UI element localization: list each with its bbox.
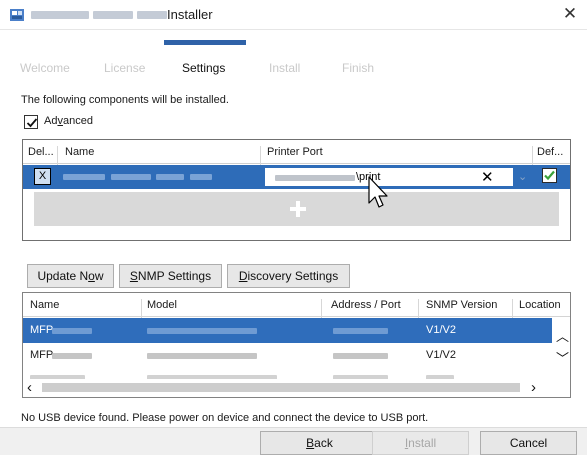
- horizontal-scrollbar[interactable]: ‹ ›: [23, 379, 570, 397]
- mfp-device-table: Name Model Address / Port SNMP Version L…: [22, 292, 571, 398]
- chevron-left-icon[interactable]: ‹: [27, 379, 32, 396]
- vertical-scrollbar[interactable]: ︿ ﹀: [552, 318, 570, 378]
- discovery-settings-button[interactable]: Discovery Settings: [227, 264, 350, 288]
- installer-app-icon: [10, 9, 24, 21]
- usb-status-text: No USB device found. Please power on dev…: [21, 412, 429, 424]
- col-name[interactable]: Name: [30, 299, 59, 311]
- redacted-name: [63, 174, 105, 180]
- table-row[interactable]: [23, 368, 553, 379]
- snmp-version: V1/V2: [426, 349, 456, 361]
- col-default: Def...: [537, 146, 564, 158]
- update-now-button[interactable]: Update Now: [27, 264, 114, 288]
- table-row[interactable]: MFP V1/V2: [23, 318, 553, 343]
- col-delete: Del...: [28, 146, 54, 158]
- mouse-pointer-icon: [368, 176, 388, 208]
- step-finish: Finish: [342, 61, 375, 75]
- col-address-port[interactable]: Address / Port: [331, 299, 401, 311]
- components-info-text: The following components will be install…: [21, 94, 229, 106]
- chevron-right-icon[interactable]: ›: [531, 379, 536, 396]
- advanced-checkbox[interactable]: [24, 115, 38, 129]
- redacted-product-name: [31, 11, 167, 19]
- redacted-port-prefix: [275, 175, 355, 181]
- clear-icon[interactable]: ✕: [481, 168, 494, 186]
- check-icon: [26, 118, 38, 128]
- chevron-down-icon[interactable]: ⌄: [518, 170, 527, 183]
- redacted-address: [333, 353, 388, 359]
- back-button[interactable]: Back: [260, 431, 379, 455]
- check-icon: [543, 169, 556, 182]
- chevron-down-icon[interactable]: ﹀: [556, 348, 569, 367]
- redacted-model: [147, 353, 257, 359]
- printer-port-table: Del... Name Printer Port Def... X \print…: [22, 139, 571, 241]
- chevron-up-icon[interactable]: ︿: [556, 326, 569, 345]
- delete-row-button[interactable]: X: [34, 168, 51, 185]
- col-snmp-version[interactable]: SNMP Version: [426, 299, 497, 311]
- mfp-name: MFP: [30, 349, 54, 361]
- mfp-name: MFP: [30, 324, 54, 336]
- port-table-row[interactable]: X \print ✕ ⌄: [23, 165, 570, 189]
- default-checkbox[interactable]: [542, 168, 557, 183]
- close-icon[interactable]: ✕: [559, 3, 581, 25]
- step-install: Install: [269, 61, 301, 75]
- cancel-button[interactable]: Cancel: [480, 431, 577, 455]
- advanced-label: Advanced: [44, 115, 93, 127]
- add-port-button[interactable]: [34, 192, 559, 226]
- window-title: Installer: [167, 7, 213, 22]
- col-location[interactable]: Location: [519, 299, 561, 311]
- table-row[interactable]: MFP V1/V2: [23, 343, 553, 368]
- step-license: License: [104, 61, 146, 75]
- col-printer-port: Printer Port: [267, 146, 323, 158]
- mfp-table-header: Name Model Address / Port SNMP Version L…: [23, 293, 570, 323]
- title-bar: Installer ✕: [0, 0, 587, 30]
- redacted-model: [147, 328, 257, 334]
- redacted-address: [333, 328, 388, 334]
- col-name: Name: [65, 146, 95, 158]
- step-settings: Settings: [182, 61, 226, 75]
- step-progress-indicator: [164, 40, 246, 45]
- step-welcome: Welcome: [20, 61, 70, 75]
- scroll-thumb[interactable]: [42, 383, 520, 392]
- col-model[interactable]: Model: [147, 299, 177, 311]
- port-table-header: Del... Name Printer Port Def...: [23, 140, 570, 170]
- snmp-settings-button[interactable]: SNMP Settings: [119, 264, 222, 288]
- snmp-version: V1/V2: [426, 324, 456, 336]
- install-button[interactable]: Install: [372, 431, 469, 455]
